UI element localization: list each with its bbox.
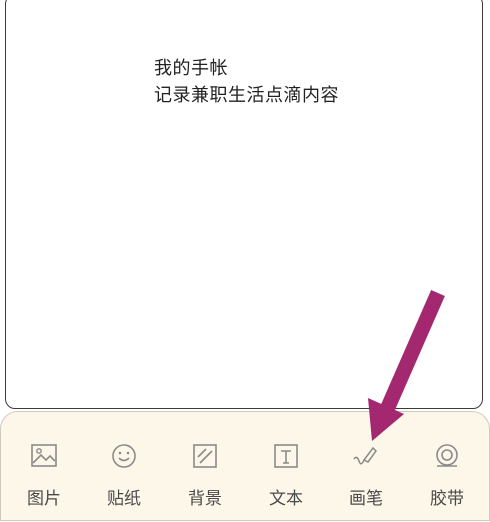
- smiley-icon: [112, 444, 136, 468]
- tool-image-label: 图片: [27, 489, 61, 509]
- background-icon: [193, 444, 217, 468]
- tape-icon: [436, 444, 458, 467]
- journal-subtitle: 记录兼职生活点滴内容: [154, 85, 339, 106]
- pen-icon: [353, 446, 377, 465]
- text-icon: [274, 444, 298, 468]
- journal-text[interactable]: 我的手帐 记录兼职生活点滴内容: [154, 55, 339, 109]
- tool-pen-button[interactable]: 画笔: [326, 442, 406, 522]
- image-icon: [31, 444, 57, 467]
- tool-text-label: 文本: [269, 489, 303, 509]
- tool-tape-label: 胶带: [430, 489, 464, 509]
- tool-text-button[interactable]: 文本: [246, 442, 326, 522]
- journal-page[interactable]: 我的手帐 记录兼职生活点滴内容: [5, 0, 483, 409]
- bottom-toolbar: 图片 贴纸 背景 文本 画笔 胶带: [0, 411, 490, 521]
- tool-image-button[interactable]: 图片: [4, 442, 84, 522]
- tool-tape-button[interactable]: 胶带: [407, 442, 487, 522]
- tool-sticker-button[interactable]: 贴纸: [84, 442, 164, 522]
- tool-background-button[interactable]: 背景: [165, 442, 245, 522]
- journal-title: 我的手帐: [154, 58, 228, 79]
- tool-pen-label: 画笔: [349, 489, 383, 509]
- tool-sticker-label: 贴纸: [107, 489, 141, 509]
- tool-background-label: 背景: [188, 489, 222, 509]
